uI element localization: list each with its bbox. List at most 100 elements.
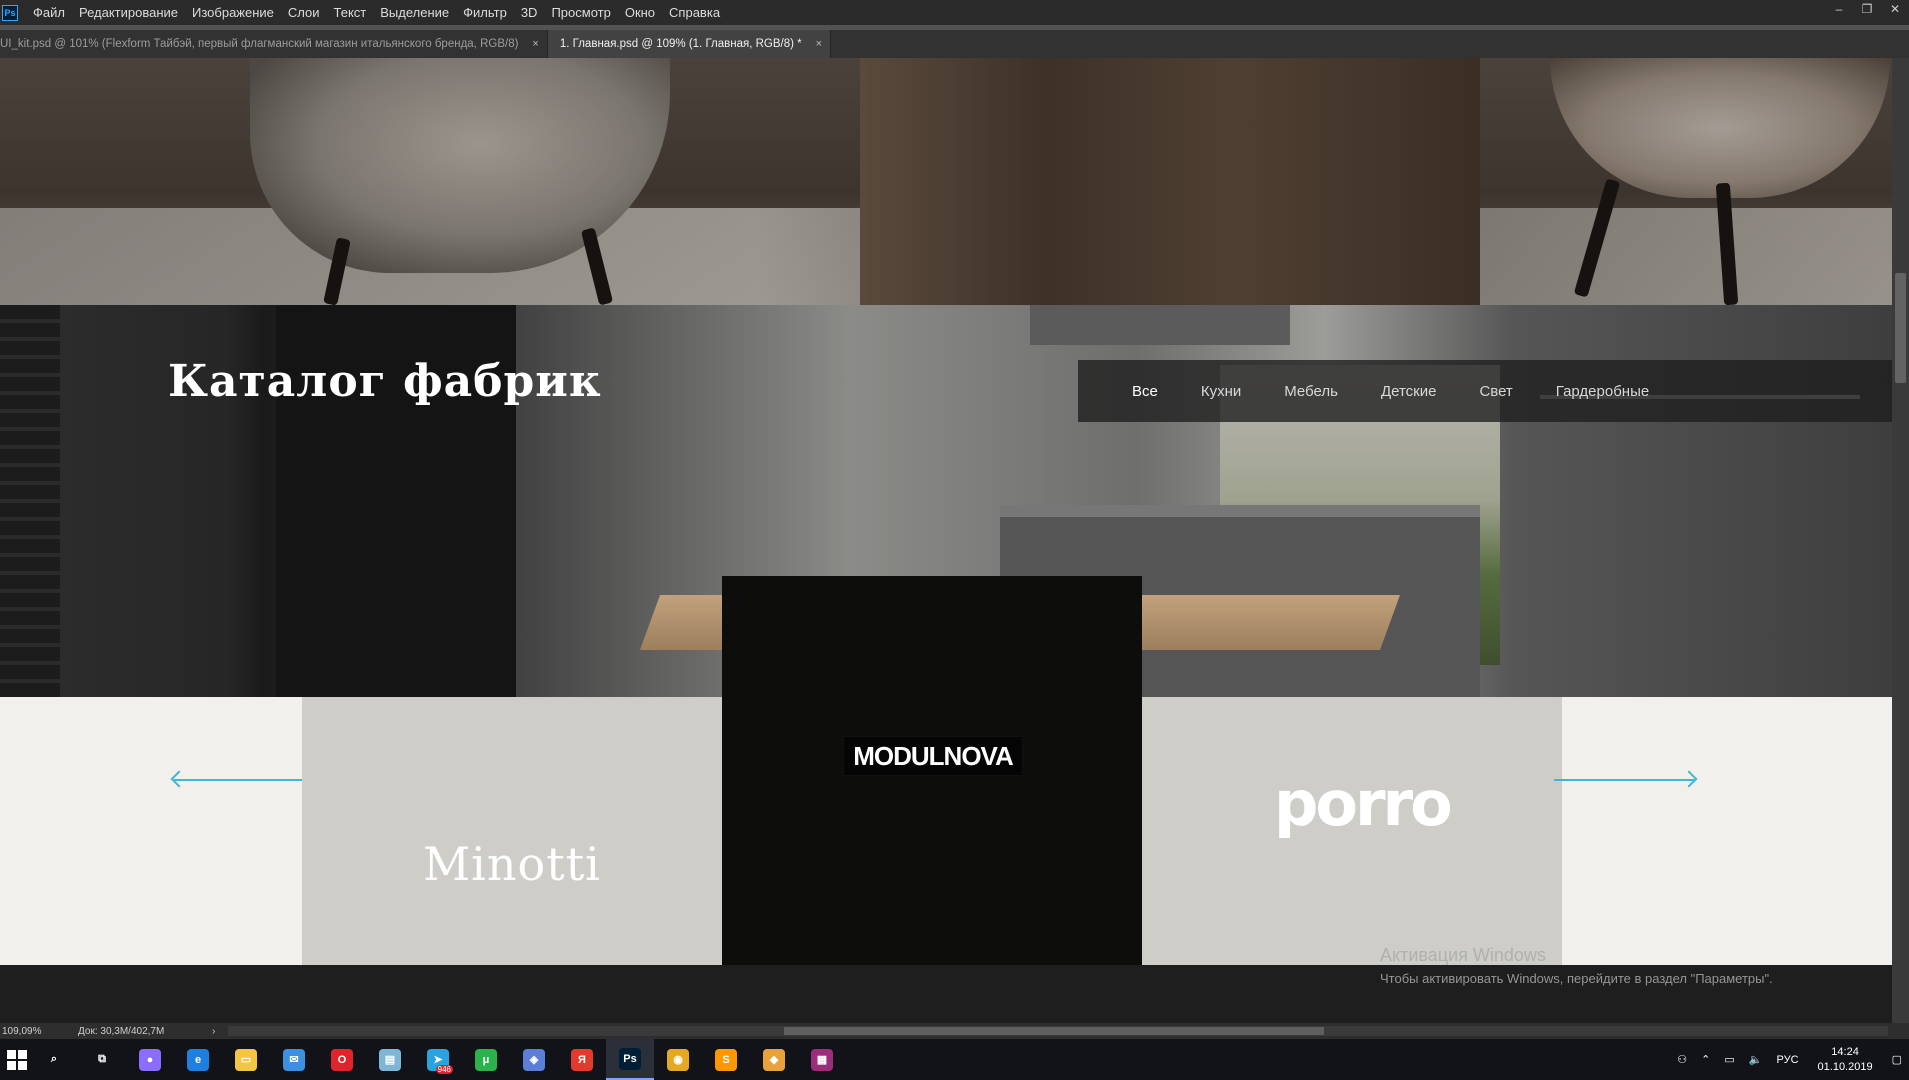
winrar-glyph: ▦	[811, 1048, 833, 1071]
minotti-logo: Minotti	[423, 836, 601, 891]
notifications-icon[interactable]: ▢	[1892, 1053, 1902, 1066]
porro-logo: porro	[1274, 767, 1453, 840]
git-icon[interactable]: ◆	[750, 1039, 798, 1080]
brand-card-minotti[interactable]: Minotti	[302, 697, 722, 965]
photoshop-icon[interactable]: Ps	[606, 1039, 654, 1080]
windows-activation-subtitle: Чтобы активировать Windows, перейдите в …	[1380, 971, 1773, 986]
chrome-glyph: ◉	[667, 1048, 689, 1071]
menu-bar: Ps Файл Редактирование Изображение Слои Текс…	[0, 0, 1909, 25]
zoom-level[interactable]: 109,09%	[0, 1026, 70, 1037]
network-app-icon[interactable]: ◈	[510, 1039, 558, 1080]
photoshop-glyph: Ps	[619, 1047, 641, 1070]
opera-icon[interactable]: O	[318, 1039, 366, 1080]
alice-icon[interactable]: ●	[126, 1039, 174, 1080]
carousel-next-arrow-icon[interactable]	[1554, 779, 1694, 781]
tab-close-icon[interactable]: ×	[816, 38, 822, 50]
tray-expand-icon[interactable]: ⌃	[1701, 1053, 1710, 1066]
document-tab-bar: UI_kit.psd @ 101% (Flexform Тайбэй, перв…	[0, 30, 1909, 58]
photoshop-logo-icon[interactable]: Ps	[2, 4, 18, 21]
notes-glyph: ▤	[379, 1048, 401, 1071]
status-next-icon[interactable]: ›	[212, 1026, 215, 1037]
menu-item-8[interactable]: Просмотр	[544, 0, 617, 25]
horizontal-scroll-thumb[interactable]	[784, 1027, 1324, 1035]
notes-icon[interactable]: ▤	[366, 1039, 414, 1080]
search-glyph: ⌕	[50, 1053, 58, 1065]
people-icon[interactable]: ⚇	[1677, 1053, 1687, 1066]
edge-icon[interactable]: e	[174, 1039, 222, 1080]
minimize-icon[interactable]: –	[1825, 0, 1853, 18]
filter-furniture[interactable]: Мебель	[1284, 383, 1338, 400]
edge-glyph: e	[187, 1048, 209, 1071]
menu-item-6[interactable]: Фильтр	[456, 0, 514, 25]
close-icon[interactable]: ✕	[1881, 0, 1909, 18]
network-app-glyph: ◈	[523, 1048, 545, 1071]
tab-close-icon[interactable]: ×	[532, 38, 538, 50]
sublime-icon[interactable]: S	[702, 1039, 750, 1080]
search-icon[interactable]: ⌕	[30, 1039, 78, 1080]
filter-kids[interactable]: Детские	[1381, 383, 1437, 400]
brand-card-porro[interactable]: porro	[1142, 697, 1562, 965]
horizontal-scrollbar[interactable]	[228, 1026, 1888, 1036]
menu-item-2[interactable]: Изображение	[185, 0, 281, 25]
page-title: Каталог фабрик	[168, 356, 602, 407]
windows-start-icon[interactable]	[4, 1047, 30, 1073]
telegram-icon[interactable]: ➤ 946	[414, 1039, 462, 1080]
menu-item-3[interactable]: Слои	[281, 0, 327, 25]
notification-badge: 946	[435, 1065, 453, 1074]
chrome-icon[interactable]: ◉	[654, 1039, 702, 1080]
task-view-icon[interactable]: ⧉	[78, 1039, 126, 1080]
menu-item-7[interactable]: 3D	[514, 0, 545, 25]
chair-shape	[1550, 58, 1890, 198]
menu-item-4[interactable]: Текст	[327, 0, 374, 25]
hood-shape	[1030, 305, 1290, 345]
volume-icon[interactable]: 🔈	[1749, 1053, 1763, 1066]
doc-size-info: Док: 30,3M/402,7M	[78, 1025, 165, 1037]
menu-item-5[interactable]: Выделение	[373, 0, 456, 25]
windows-taskbar: ⌕ ⧉ ● e ▭ ✉ O ▤ ➤ 946 μ ◈ Я Ps ◉ S ◆ ▦ ⚇ ⌃ ▭ 🔈 РУС 14:24 …	[0, 1039, 1909, 1080]
windows-activation-title: Активация Windows	[1380, 945, 1546, 965]
winrar-icon[interactable]: ▦	[798, 1039, 846, 1080]
network-icon[interactable]: ▭	[1724, 1053, 1734, 1066]
clock-time: 14:24	[1831, 1045, 1859, 1058]
menu-item-0[interactable]: Файл	[26, 0, 72, 25]
tab-label: 1. Главная.psd @ 109% (1. Главная, RGB/8…	[559, 38, 802, 50]
door-shape	[0, 305, 60, 755]
tab-main-page[interactable]: 1. Главная.psd @ 109% (1. Главная, RGB/8…	[547, 30, 832, 58]
menu-item-1[interactable]: Редактирование	[72, 0, 185, 25]
torrent-glyph: μ	[475, 1048, 497, 1071]
alice-glyph: ●	[139, 1048, 161, 1071]
system-tray: ⚇ ⌃ ▭ 🔈 РУС 14:24 01.10.2019 ▢	[1670, 1039, 1909, 1080]
tab-label: UI_kit.psd @ 101% (Flexform Тайбэй, перв…	[0, 38, 519, 50]
filter-lighting[interactable]: Свет	[1479, 383, 1512, 400]
vertical-scroll-thumb[interactable]	[1895, 273, 1906, 383]
language-indicator[interactable]: РУС	[1777, 1054, 1799, 1066]
restore-icon[interactable]: ❐	[1853, 0, 1881, 18]
brand-card-modulnova[interactable]: MODULNOVA	[722, 576, 1142, 965]
document-canvas[interactable]: Каталог фабрик Все Кухни Мебель Детские …	[0, 58, 1892, 1023]
mail-icon[interactable]: ✉	[270, 1039, 318, 1080]
tab-ui-kit[interactable]: UI_kit.psd @ 101% (Flexform Тайбэй, перв…	[0, 30, 548, 58]
explorer-icon[interactable]: ▭	[222, 1039, 270, 1080]
filter-nav: Все Кухни Мебель Детские Свет Гардеробны…	[1078, 360, 1892, 422]
menu-list: Файл Редактирование Изображение Слои Текст Вы…	[26, 0, 727, 25]
taskbar-apps: ⌕ ⧉ ● e ▭ ✉ O ▤ ➤ 946 μ ◈ Я Ps ◉ S ◆ ▦	[30, 1039, 846, 1080]
sublime-glyph: S	[715, 1048, 737, 1071]
menu-item-9[interactable]: Окно	[618, 0, 662, 25]
task-view-glyph: ⧉	[98, 1053, 106, 1065]
filter-kitchens[interactable]: Кухни	[1201, 383, 1241, 400]
status-bar: 109,09% Док: 30,3M/402,7M ›	[0, 1023, 1909, 1039]
filter-all[interactable]: Все	[1132, 383, 1158, 400]
git-glyph: ◆	[763, 1048, 785, 1071]
clock[interactable]: 14:24 01.10.2019	[1818, 1045, 1873, 1075]
yandex-browser-icon[interactable]: Я	[558, 1039, 606, 1080]
menu-item-10[interactable]: Справка	[662, 0, 727, 25]
filter-wardrobes[interactable]: Гардеробные	[1556, 383, 1649, 400]
torrent-icon[interactable]: μ	[462, 1039, 510, 1080]
clock-date: 01.10.2019	[1817, 1060, 1873, 1073]
vertical-scrollbar[interactable]	[1892, 58, 1909, 1023]
opera-glyph: O	[331, 1048, 353, 1071]
carousel-prev-arrow-icon[interactable]	[174, 779, 314, 781]
mail-glyph: ✉	[283, 1048, 305, 1071]
modulnova-logo: MODULNOVA	[843, 736, 1023, 776]
wood-panel-shape	[860, 58, 1480, 305]
